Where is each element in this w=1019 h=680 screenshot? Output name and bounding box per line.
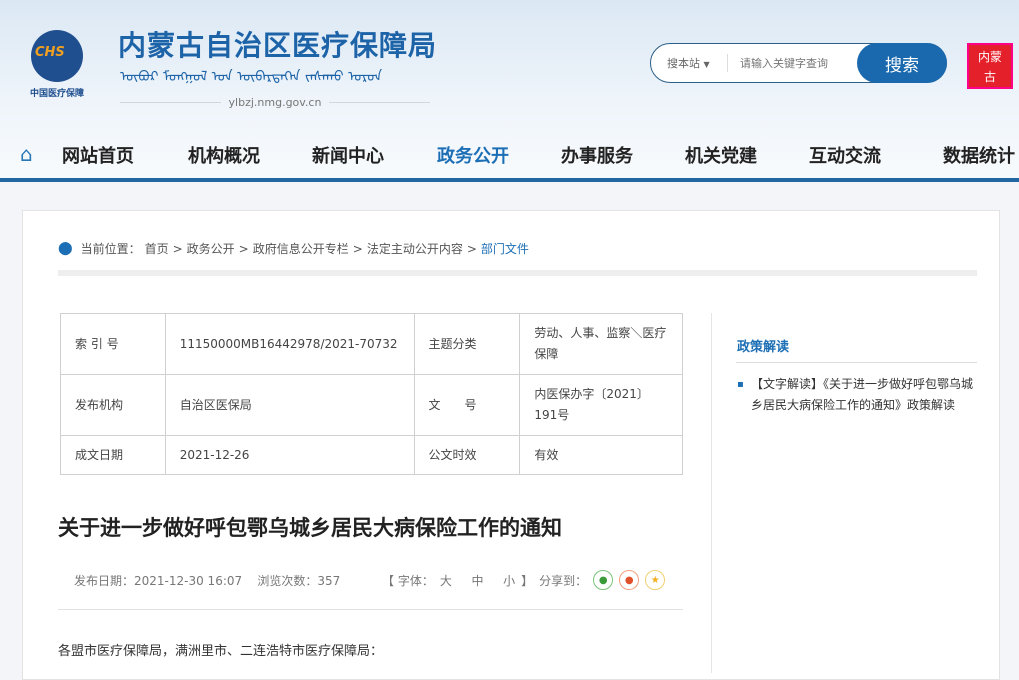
cell-value: 内医保办字〔2021〕191号 bbox=[519, 374, 683, 436]
logo-text: CHS bbox=[35, 45, 65, 60]
breadcrumb-info-column[interactable]: 政府信息公开专栏 bbox=[253, 240, 349, 257]
table-row: 索 引 号 11150000MB16442978/2021-70732 主题分类 劳动… bbox=[60, 313, 683, 375]
cell-value: 自治区医保局 bbox=[164, 374, 415, 436]
cell-value: 劳动、人事、监察＼医疗保障 bbox=[519, 313, 683, 375]
location-pin-icon: ⬤ bbox=[58, 241, 73, 256]
breadcrumb-statutory[interactable]: 法定主动公开内容 bbox=[367, 240, 463, 257]
logo-caption: 中国医疗保障 bbox=[29, 89, 84, 99]
divider-bar bbox=[58, 270, 977, 276]
cell-label: 主题分类 bbox=[413, 313, 521, 375]
table-row: 成文日期 2021-12-26 公文时效 有效 bbox=[60, 435, 683, 475]
share-label: 分享到： bbox=[539, 573, 588, 588]
site-header: CHS 中国医疗保障 内蒙古自治区医疗保障局 ᠥᠪᠦᠷ ᠮᠣᠩᠭᠣᠯ ᠤᠨ ᠥᠪ… bbox=[0, 0, 1019, 180]
cell-label: 成文日期 bbox=[60, 435, 166, 475]
nav-interaction[interactable]: 互动交流 bbox=[809, 142, 881, 168]
search-button[interactable]: 搜索 bbox=[857, 43, 947, 83]
font-large-button[interactable]: 大 bbox=[440, 572, 452, 589]
nav-underline bbox=[0, 178, 1019, 182]
font-small-button[interactable]: 小 bbox=[503, 572, 515, 589]
breadcrumb-label: 当前位置： bbox=[80, 242, 141, 256]
nav-home[interactable]: 网站首页 bbox=[62, 142, 134, 168]
breadcrumb-current[interactable]: 部门文件 bbox=[481, 240, 529, 257]
info-table: 索 引 号 11150000MB16442978/2021-70732 主题分类 劳动… bbox=[60, 313, 683, 475]
sidebar-policy-link[interactable]: 【文字解读】《关于进一步做好呼包鄂乌城乡居民大病保险工作的通知》政策解读 bbox=[737, 374, 977, 416]
cell-label: 文 号 bbox=[413, 374, 521, 436]
site-name: 内蒙古自治区医疗保障局 bbox=[118, 29, 438, 62]
chevron-down-icon: ▼ bbox=[703, 60, 710, 69]
cell-label: 发布机构 bbox=[60, 374, 166, 436]
divider bbox=[727, 54, 728, 72]
weibo-icon[interactable]: ● bbox=[619, 570, 640, 590]
article-body: 各盟市医疗保障局，满洲里市、二连浩特市医疗保障局： bbox=[58, 644, 384, 659]
nav-services[interactable]: 办事服务 bbox=[561, 142, 633, 168]
seal-logo: 内蒙古 bbox=[967, 43, 1013, 89]
bracket-end: 】 bbox=[521, 573, 534, 588]
favorite-star-icon[interactable]: ★ bbox=[645, 570, 666, 590]
font-medium-button[interactable]: 中 bbox=[471, 572, 483, 589]
breadcrumb-gov-affairs[interactable]: 政务公开 bbox=[187, 240, 235, 257]
search-scope-select[interactable]: 搜本站 ▼ bbox=[667, 55, 727, 71]
cell-label: 公文时效 bbox=[413, 435, 521, 475]
search-bar: 搜本站 ▼ 搜索 bbox=[650, 43, 947, 83]
scope-label: 搜本站 bbox=[667, 57, 700, 70]
nav-statistics[interactable]: 数据统计 bbox=[943, 142, 1015, 168]
search-input[interactable] bbox=[740, 56, 858, 70]
view-count: 浏览次数：357 bbox=[257, 574, 341, 588]
sidebar-divider bbox=[736, 362, 977, 363]
cell-value: 有效 bbox=[519, 435, 683, 475]
publish-date: 发布日期：2021-12-30 16:07 bbox=[74, 574, 243, 588]
font-size-label: 【 字体： bbox=[382, 573, 434, 588]
breadcrumb-home[interactable]: 首页 bbox=[145, 240, 169, 257]
wechat-icon[interactable]: ● bbox=[593, 570, 614, 590]
article-meta: 发布日期：2021-12-30 16:07 浏览次数：357 【 字体： 大 中… bbox=[74, 570, 684, 590]
sidebar-title: 政策解读 bbox=[737, 340, 790, 355]
table-row: 发布机构 自治区医保局文 号内医保办字〔2021〕191号 bbox=[60, 374, 683, 436]
site-domain: ylbzj.nmg.gov.cn bbox=[120, 96, 430, 109]
cell-label: 索 引 号 bbox=[60, 313, 166, 375]
cell-value: 11150000MB16442978/2021-70732 bbox=[164, 313, 415, 375]
breadcrumb: ⬤ 当前位置： 首页 > 政务公开 > 政府信息公开专栏 > 法定主动公开内容 … bbox=[58, 240, 529, 257]
nav-about[interactable]: 机构概况 bbox=[188, 142, 260, 168]
column-divider bbox=[711, 313, 712, 673]
article-title: 关于进一步做好呼包鄂乌城乡居民大病保险工作的通知 bbox=[58, 516, 562, 540]
mongolian-title: ᠥᠪᠦᠷ ᠮᠣᠩᠭᠣᠯ ᠤᠨ ᠥᠪᠡᠷᠲᠡᠭᠡᠨ ᠵᠠᠰᠠᠬᠤ ᠣᠷᠤᠨ bbox=[120, 69, 383, 85]
nav-news[interactable]: 新闻中心 bbox=[312, 142, 384, 168]
meta-divider bbox=[58, 609, 683, 610]
domain-text: ylbzj.nmg.gov.cn bbox=[228, 96, 322, 109]
home-icon[interactable]: ⌂ bbox=[20, 142, 44, 166]
chs-logo[interactable]: CHS 中国医疗保障 bbox=[22, 30, 92, 99]
main-nav: ⌂ 网站首页 机构概况 新闻中心 政务公开 办事服务 机关党建 互动交流 数据统… bbox=[0, 138, 1019, 174]
cell-value: 2021-12-26 bbox=[164, 435, 415, 475]
nav-party[interactable]: 机关党建 bbox=[685, 142, 757, 168]
nav-government-affairs[interactable]: 政务公开 bbox=[437, 142, 509, 168]
